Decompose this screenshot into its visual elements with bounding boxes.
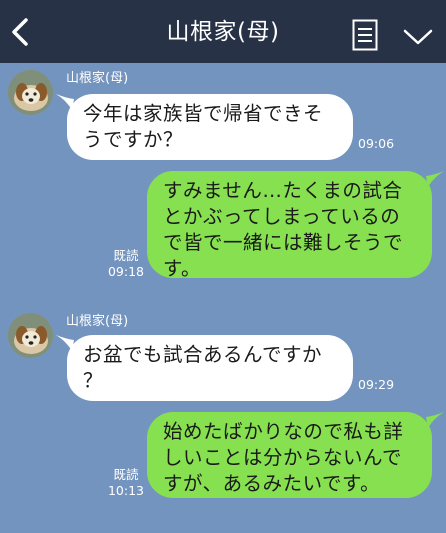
message-meta: 既読 09:18 — [106, 248, 146, 280]
message-time: 09:06 — [358, 136, 395, 151]
dog-avatar-icon — [8, 313, 53, 358]
avatar[interactable] — [8, 313, 53, 358]
chevron-down-icon[interactable] — [403, 28, 433, 46]
message-meta: 既読 10:13 — [106, 467, 146, 499]
message-meta: 09:06 — [358, 136, 394, 152]
message-bubble-incoming: お盆でも試合あるんですか ？ — [67, 335, 353, 401]
sender-name: 山根家(母) — [66, 314, 129, 329]
message-bubble-outgoing: 始めたばかりなので私も詳 しいことは分からないんで すが、あるみたいです。 — [147, 412, 432, 498]
read-receipt: 既読 — [113, 467, 139, 482]
memo-icon[interactable] — [352, 19, 378, 51]
message-time: 09:18 — [107, 264, 145, 279]
message-time: 09:29 — [358, 377, 395, 392]
read-receipt: 既読 — [113, 248, 139, 263]
message-bubble-outgoing: すみません…たくまの試合 とかぶってしまっているの で皆で一緒には難しそうで す… — [147, 171, 432, 280]
bubble-tail — [426, 171, 444, 187]
message-bubble-incoming: 今年は家族皆で帰省できそ うですか？ — [67, 94, 353, 160]
chat-header: 山根家(母) — [0, 0, 446, 63]
message-meta: 09:29 — [358, 377, 394, 393]
chat-title: 山根家(母) — [166, 19, 280, 45]
bubble-tail — [426, 412, 444, 428]
sender-name: 山根家(母) — [66, 71, 129, 86]
dog-avatar-icon — [8, 70, 53, 115]
message-time: 10:13 — [107, 483, 145, 498]
avatar[interactable] — [8, 70, 53, 115]
